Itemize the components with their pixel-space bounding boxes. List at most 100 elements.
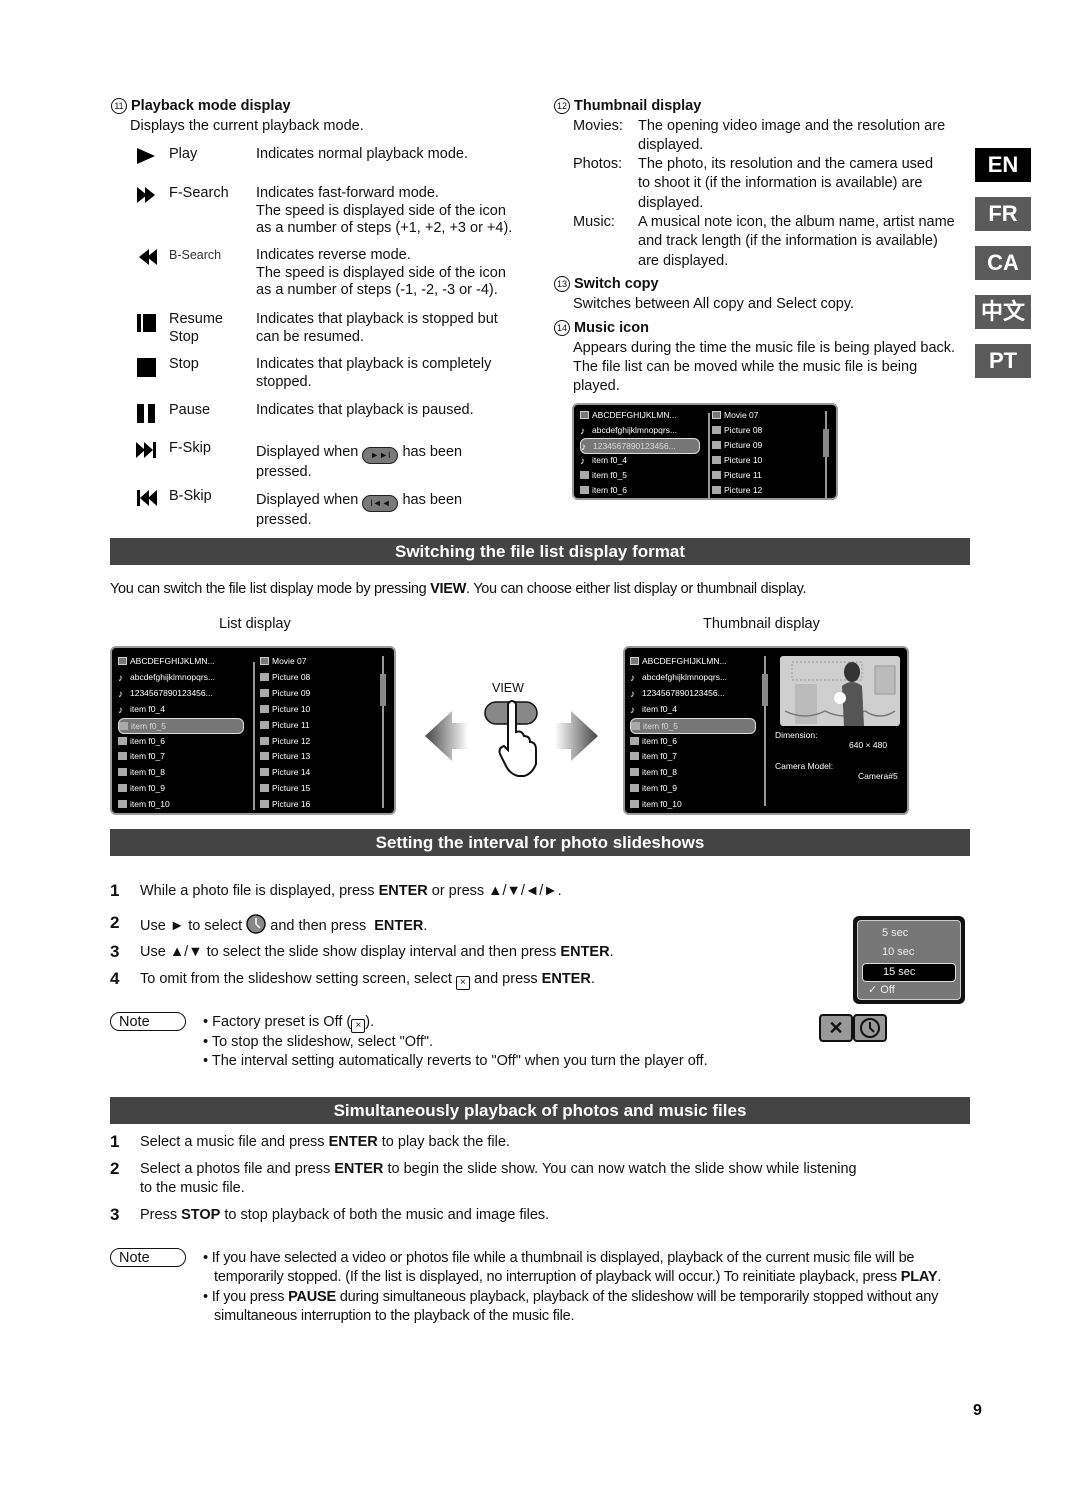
interval-option[interactable]: 15 sec <box>862 963 956 982</box>
file-list-item[interactable]: Picture 11 <box>260 718 310 732</box>
file-list-item[interactable]: ABCDEFGHIJKLMN... <box>630 654 727 668</box>
file-list-item[interactable]: ♪ abcdefghijklmnopqrs... <box>118 670 215 684</box>
file-list-item[interactable]: Picture 15 <box>260 781 310 795</box>
step-number: 2 <box>110 1159 120 1178</box>
file-list-item[interactable]: ABCDEFGHIJKLMN... <box>118 654 215 668</box>
mode-desc: Indicates that playback is paused. <box>256 402 474 418</box>
file-name: item f0_8 <box>642 767 677 778</box>
file-list-item[interactable]: item f0_9 <box>118 781 165 795</box>
file-list-item[interactable]: item f0_5 <box>118 717 244 734</box>
step-text: To omit from the slideshow setting scree… <box>140 971 595 990</box>
music-icon-heading: 14 Music icon <box>554 320 649 336</box>
file-list-item[interactable]: Picture 10 <box>260 702 310 716</box>
step-number: 2 <box>110 913 120 932</box>
photo-icon <box>260 800 269 809</box>
scrollbar-thumb[interactable] <box>823 429 829 457</box>
file-list-item[interactable]: Picture 11 <box>712 468 762 482</box>
file-list-item[interactable]: item f0_7 <box>118 749 165 763</box>
cancel-slideshow-button[interactable]: ✕ <box>819 1014 853 1042</box>
camera-model-label: Camera Model: <box>775 761 834 771</box>
language-tab[interactable]: 中文 <box>975 295 1031 329</box>
language-tab[interactable]: EN <box>975 148 1031 182</box>
dimension-value: 640 × 480 <box>849 740 888 750</box>
file-list-item[interactable]: item f0_8 <box>630 765 677 779</box>
section-header-interval: Setting the interval for photo slideshow… <box>110 829 970 856</box>
language-tab[interactable]: PT <box>975 344 1031 378</box>
interval-option[interactable]: 10 sec <box>862 944 956 961</box>
close-icon: ✕ <box>828 1018 844 1038</box>
file-list-item[interactable]: Movie 07 <box>712 408 759 422</box>
interval-option[interactable]: ✓ Off <box>862 982 956 999</box>
file-list-item[interactable]: Picture 09 <box>712 438 762 452</box>
file-list-item[interactable]: ♪ 1234567890123456... <box>580 438 700 454</box>
music-note-icon: ♪ <box>118 688 123 700</box>
option-label: Off <box>880 984 895 996</box>
file-list-item[interactable]: item f0_6 <box>630 734 677 748</box>
mode-name: Play <box>169 146 198 162</box>
file-list-item[interactable]: item f0_7 <box>630 749 677 763</box>
file-list-item[interactable]: item f0_5 <box>580 468 627 482</box>
file-list-item[interactable]: item f0_8 <box>118 765 165 779</box>
movie-folder-icon <box>712 411 721 419</box>
file-name: Picture 11 <box>724 470 762 480</box>
photo-icon <box>630 800 639 809</box>
file-list-item[interactable]: ABCDEFGHIJKLMN... <box>580 408 677 422</box>
file-list-item[interactable]: ♪ item f0_4 <box>580 453 627 467</box>
photo-icon <box>712 471 721 479</box>
slideshow-interval-button[interactable] <box>853 1014 887 1042</box>
language-tab[interactable]: CA <box>975 246 1031 280</box>
file-list-item[interactable]: Picture 12 <box>712 483 762 497</box>
file-name: abcdefghijklmnopqrs... <box>130 671 216 682</box>
file-list-item[interactable]: item f0_5 <box>630 717 756 734</box>
note-bullet: • To stop the slideshow, select "Off". <box>203 1034 434 1050</box>
step-text: Select a music file and press ENTER to p… <box>140 1134 510 1150</box>
step-number: 1 <box>110 881 120 900</box>
item-number: 11 <box>111 98 127 114</box>
file-list-item[interactable]: ♪ abcdefghijklmnopqrs... <box>580 423 677 437</box>
photo-icon <box>118 768 127 777</box>
scrollbar-thumb[interactable] <box>762 674 768 706</box>
file-list-item[interactable]: Picture 16 <box>260 797 310 811</box>
music-note-icon: ♪ <box>581 442 586 453</box>
file-list-item[interactable]: Picture 09 <box>260 686 310 700</box>
page-number: 9 <box>973 1402 982 1419</box>
file-name: item f0_6 <box>130 735 165 746</box>
rewind-icon <box>139 249 157 265</box>
music-icon-text: Appears during the time the music file i… <box>573 340 956 394</box>
file-name: item f0_7 <box>130 751 165 762</box>
file-list-item[interactable]: item f0_10 <box>118 797 170 811</box>
file-list-item[interactable]: ♪ item f0_4 <box>630 702 677 716</box>
file-list-item[interactable]: Movie 07 <box>260 654 307 668</box>
photo-icon <box>260 784 269 793</box>
skip-back-icon <box>137 490 157 506</box>
file-list-item[interactable]: item f0_9 <box>630 781 677 795</box>
file-list-item[interactable]: ♪ 1234567890123456... <box>630 686 725 700</box>
scrollbar-thumb[interactable] <box>380 674 386 706</box>
file-name: item f0_8 <box>130 767 165 778</box>
interval-option[interactable]: 5 sec <box>862 925 956 942</box>
file-list-item[interactable]: Picture 10 <box>712 453 762 467</box>
file-list-item[interactable]: ♪ 1234567890123456... <box>118 686 213 700</box>
skip-forward-icon <box>136 442 156 458</box>
switch-copy-heading: 13 Switch copy <box>554 276 659 292</box>
file-list-item[interactable]: Picture 12 <box>260 734 310 748</box>
language-tab[interactable]: FR <box>975 197 1031 231</box>
file-list-item[interactable]: item f0_10 <box>630 797 682 811</box>
photo-icon <box>712 441 721 449</box>
file-list-item[interactable]: Picture 13 <box>260 749 310 763</box>
file-list-item[interactable]: Picture 08 <box>712 423 762 437</box>
file-list-item[interactable]: item f0_6 <box>118 734 165 748</box>
file-list-item[interactable]: ♪ item f0_4 <box>118 702 165 716</box>
file-name: Picture 12 <box>272 735 311 746</box>
file-name: item f0_4 <box>642 703 677 714</box>
clock-icon <box>246 914 266 934</box>
heading-text: Switch copy <box>574 276 659 292</box>
file-list-item[interactable]: Picture 14 <box>260 765 310 779</box>
file-list-item[interactable]: Picture 08 <box>260 670 310 684</box>
mode-desc: Indicates reverse mode. The speed is disp… <box>256 247 506 298</box>
file-list-item[interactable]: ♪ abcdefghijklmnopqrs... <box>630 670 727 684</box>
file-name: item f0_9 <box>642 783 677 794</box>
mode-name: F-Skip <box>169 440 211 456</box>
photo-icon <box>631 721 640 730</box>
file-list-item[interactable]: item f0_6 <box>580 483 627 497</box>
